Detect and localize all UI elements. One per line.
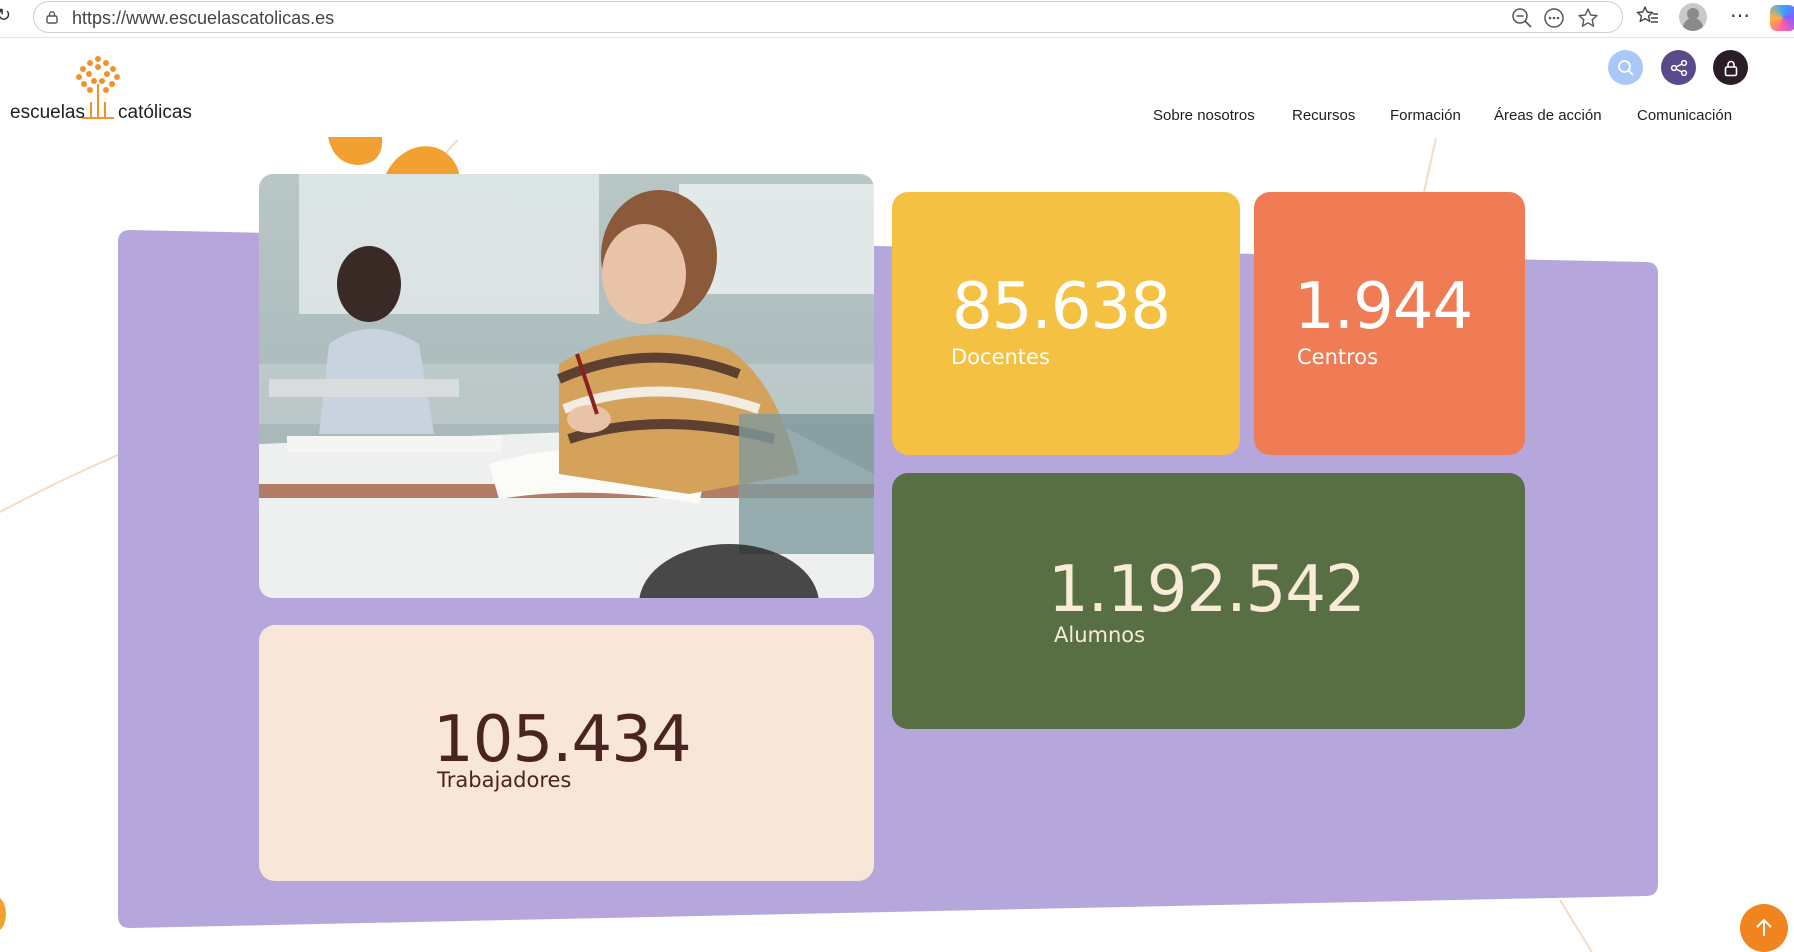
favorite-star-icon[interactable] <box>1576 7 1600 31</box>
stat-value-trabajadores: 105.434 <box>433 703 692 777</box>
nav-item-comunicacion[interactable]: Comunicación <box>1637 107 1732 124</box>
logo-text-right: católicas <box>118 102 192 123</box>
profile-icon[interactable] <box>1679 3 1707 31</box>
nav-item-sobre-nosotros[interactable]: Sobre nosotros <box>1153 107 1255 124</box>
arrow-up-icon <box>1756 918 1772 936</box>
nav-item-formacion[interactable]: Formación <box>1390 107 1461 124</box>
stat-card-centros: 1.944 Centros <box>1254 192 1525 455</box>
nav-item-areas-de-accion[interactable]: Áreas de acción <box>1494 107 1602 124</box>
browser-toolbar: ↻ https://www.escuelascatolicas.es ⋯ <box>0 0 1794 38</box>
reload-icon[interactable]: ↻ <box>0 6 14 24</box>
zoom-out-icon[interactable] <box>1510 7 1534 31</box>
search-button[interactable] <box>1608 50 1643 85</box>
login-button[interactable] <box>1713 50 1748 85</box>
share-button[interactable] <box>1661 50 1696 85</box>
site-logo[interactable]: escuelas católicas <box>8 52 208 132</box>
lock-icon[interactable] <box>45 10 59 24</box>
favorites-list-icon[interactable] <box>1636 5 1660 29</box>
stat-value-docentes: 85.638 <box>952 270 1171 344</box>
stat-value-alumnos: 1.192.542 <box>1048 553 1366 627</box>
stat-label-centros: Centros <box>1297 345 1379 369</box>
copilot-icon[interactable] <box>1770 5 1794 31</box>
scroll-to-top-button[interactable] <box>1740 904 1788 952</box>
classroom-photo <box>259 174 874 598</box>
decorative-dot <box>0 896 6 932</box>
stat-label-trabajadores: Trabajadores <box>437 768 572 792</box>
search-icon <box>1617 59 1634 76</box>
logo-text-left: escuelas <box>10 102 85 123</box>
url-text[interactable]: https://www.escuelascatolicas.es <box>72 8 334 29</box>
nav-item-recursos[interactable]: Recursos <box>1292 107 1355 124</box>
page-actions-icon[interactable] <box>1542 7 1566 31</box>
page: ↻ https://www.escuelascatolicas.es ⋯ esc… <box>0 0 1794 952</box>
stat-label-docentes: Docentes <box>951 345 1050 369</box>
stat-value-centros: 1.944 <box>1294 270 1473 344</box>
address-bar[interactable]: https://www.escuelascatolicas.es <box>33 1 1623 33</box>
lock-icon <box>1724 60 1737 76</box>
stat-card-docentes: 85.638 Docentes <box>892 192 1240 455</box>
stat-card-alumnos: 1.192.542 Alumnos <box>892 473 1525 729</box>
stat-card-trabajadores: 105.434 Trabajadores <box>259 625 874 881</box>
share-icon <box>1670 59 1687 76</box>
more-icon[interactable]: ⋯ <box>1730 3 1751 28</box>
stat-label-alumnos: Alumnos <box>1054 623 1146 647</box>
